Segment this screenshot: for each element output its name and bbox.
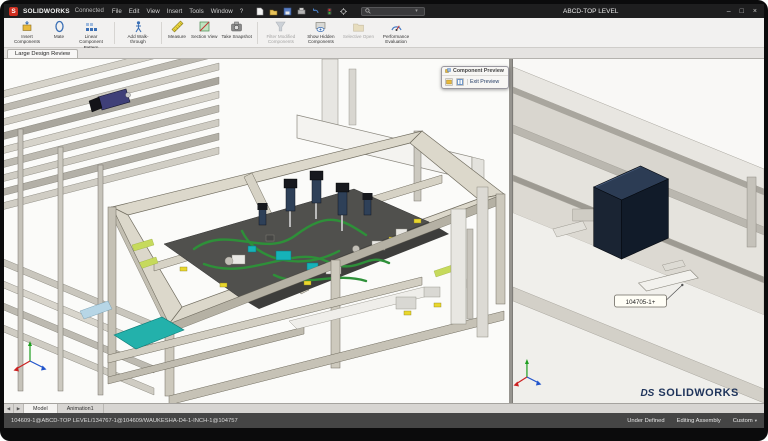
linear-pattern-icon — [85, 20, 98, 33]
component-preview-panel[interactable]: Component Preview Exit Preview — [441, 66, 509, 89]
mate-icon — [53, 20, 66, 33]
units-caret-icon: ▾ — [755, 418, 757, 424]
preview-component-icon-button[interactable] — [445, 78, 453, 86]
minimize-button[interactable]: – — [727, 8, 731, 15]
exit-preview-button[interactable]: Exit Preview — [467, 79, 499, 85]
command-tab-strip: Large Design Review — [4, 48, 764, 59]
open-document-icon[interactable] — [268, 6, 278, 16]
snapshot-camera-icon — [230, 20, 243, 33]
section-view-icon — [198, 20, 211, 33]
ribbon-separator — [114, 22, 115, 44]
configuration-tab-bar: ◀ ▶ Model Animation1 — [4, 403, 764, 413]
walkthrough-icon — [132, 20, 145, 33]
section-view-button[interactable]: Section View — [189, 19, 219, 47]
add-walkthrough-button[interactable]: Add Walk-through — [118, 19, 158, 47]
performance-evaluation-button[interactable]: Performance Evaluation — [376, 19, 416, 47]
balloon-label: 104705-1+ — [626, 299, 656, 306]
status-editing-mode: Editing Assembly — [677, 418, 721, 424]
document-title: ABCD-TOP LEVEL — [563, 8, 618, 15]
measure-icon — [171, 20, 184, 33]
ribbon-separator — [257, 22, 258, 44]
preview-3d-scene[interactable]: 104705-1+ DS SOLIDWORKS — [513, 59, 764, 403]
search-caret-icon[interactable]: ▾ — [415, 8, 418, 14]
brand-text: SOLIDWORKS — [23, 8, 70, 15]
screenshot-frame: S SOLIDWORKS Connected File Edit View In… — [0, 0, 768, 441]
title-bar: S SOLIDWORKS Connected File Edit View In… — [4, 4, 764, 18]
menu-view[interactable]: View — [146, 8, 159, 15]
preview-pane-icon-button[interactable] — [456, 78, 464, 86]
menu-window[interactable]: Window — [211, 8, 233, 15]
menu-bar: File Edit View Insert Tools Window ? — [112, 8, 243, 15]
logo-text: SOLIDWORKS — [658, 387, 738, 399]
ribbon-separator — [161, 22, 162, 44]
undo-icon[interactable] — [310, 6, 320, 16]
logo-mark: DS — [640, 388, 654, 399]
menu-help[interactable]: ? — [240, 8, 243, 15]
options-gear-icon[interactable] — [338, 6, 348, 16]
insert-components-button[interactable]: Insert Components — [7, 19, 47, 47]
tab-animation1[interactable]: Animation1 — [58, 404, 104, 413]
preview-side-post[interactable] — [747, 177, 756, 247]
show-hidden-eye-icon — [314, 20, 327, 33]
maximize-button[interactable]: □ — [740, 8, 744, 15]
command-manager-ribbon: Insert Components Mate Linear Component … — [4, 18, 764, 48]
close-button[interactable]: × — [753, 8, 757, 15]
tab-scroll-left[interactable]: ◀ — [4, 404, 14, 413]
assembly-3d-scene[interactable] — [4, 59, 509, 403]
quick-access-toolbar — [254, 6, 348, 16]
graphics-area: 104705-1+ DS SOLIDWORKS — [4, 59, 764, 403]
performance-gauge-icon — [390, 20, 403, 33]
filter-modified-components-button[interactable]: Filter Modified Components — [261, 19, 301, 47]
rebuild-icon[interactable] — [324, 6, 334, 16]
status-selected-path: 104609-1@ABCD-TOP LEVEL/134767-1@104609/… — [11, 418, 615, 424]
component-preview-header: Component Preview — [442, 67, 508, 76]
measure-button[interactable]: Measure — [165, 19, 189, 47]
status-constraint-state: Under Defined — [627, 418, 664, 424]
show-hidden-components-button[interactable]: Show Hidden Components — [301, 19, 341, 47]
main-3d-viewport[interactable] — [4, 59, 509, 403]
take-snapshot-button[interactable]: Take Snapshot — [219, 19, 253, 47]
menu-insert[interactable]: Insert — [167, 8, 182, 15]
search-input[interactable] — [373, 8, 413, 14]
mate-button[interactable]: Mate — [47, 19, 71, 47]
units-dropdown[interactable]: Custom ▾ — [733, 418, 757, 424]
save-icon[interactable] — [282, 6, 292, 16]
menu-file[interactable]: File — [112, 8, 122, 15]
units-label: Custom — [733, 418, 753, 424]
component-preview-title: Component Preview — [453, 68, 504, 74]
selective-open-button[interactable]: Selective Open — [341, 19, 376, 47]
menu-edit[interactable]: Edit — [129, 8, 140, 15]
solidworks-app-icon: S — [9, 7, 18, 16]
menu-tools[interactable]: Tools — [189, 8, 203, 15]
print-icon[interactable] — [296, 6, 306, 16]
search-box[interactable]: ▾ — [361, 7, 425, 16]
new-document-icon[interactable] — [254, 6, 264, 16]
component-preview-icon — [445, 68, 451, 74]
component-preview-viewport[interactable]: 104705-1+ DS SOLIDWORKS — [512, 59, 764, 403]
tab-model[interactable]: Model — [24, 404, 58, 413]
tab-scroll-right[interactable]: ▶ — [14, 404, 24, 413]
selective-open-folder-icon — [352, 20, 365, 33]
app-window: S SOLIDWORKS Connected File Edit View In… — [4, 4, 764, 428]
tab-large-design-review[interactable]: Large Design Review — [7, 49, 78, 58]
window-controls: – □ × — [727, 8, 757, 15]
linear-component-pattern-button[interactable]: Linear Component Pattern — [71, 19, 111, 47]
status-bar: 104609-1@ABCD-TOP LEVEL/134767-1@104609/… — [4, 413, 764, 428]
filter-funnel-icon — [274, 20, 287, 33]
brand-connected-text: Connected — [75, 8, 104, 14]
insert-components-icon — [21, 20, 34, 33]
search-icon — [365, 8, 371, 14]
